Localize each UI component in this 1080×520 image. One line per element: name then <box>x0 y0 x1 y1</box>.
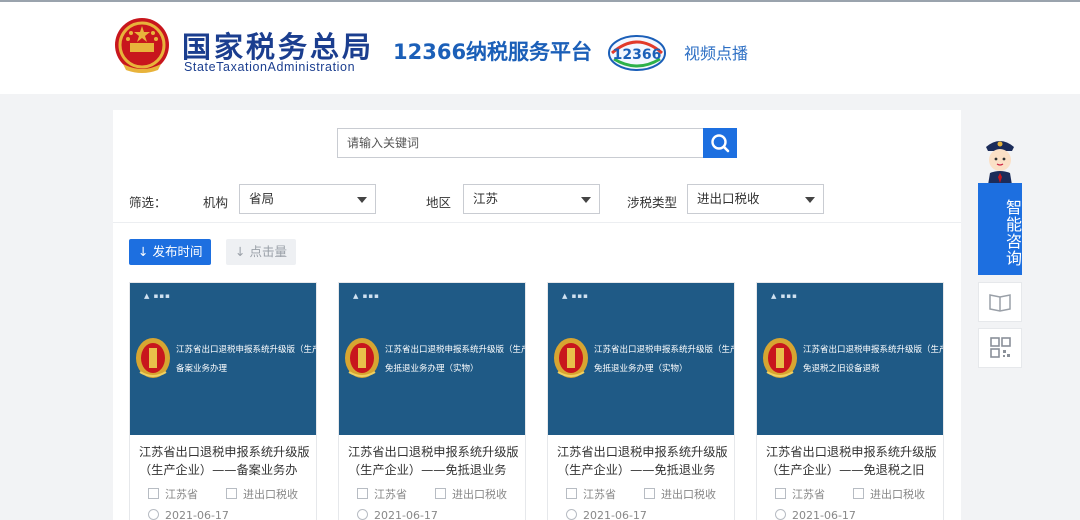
thumbnail-subtitle: 免抵退业务办理（实物） <box>385 364 479 374</box>
thumbnail-brand-mark: ▲ ▪▪▪ <box>144 292 171 300</box>
guide-button[interactable] <box>978 282 1022 322</box>
chevron-down-icon <box>805 197 815 203</box>
thumbnail-brand-mark: ▲ ▪▪▪ <box>562 292 589 300</box>
card-tax-type: 进出口税收 <box>435 486 507 502</box>
tax-badge-icon <box>554 338 588 378</box>
card-date: 2021-06-17 <box>566 509 647 520</box>
building-icon <box>357 488 368 499</box>
org-select-value: 省局 <box>249 191 275 206</box>
tax-badge-icon <box>345 338 379 378</box>
platform-title: 12366纳税服务平台 <box>393 40 593 64</box>
clock-icon <box>566 509 577 520</box>
filter-row: 筛选： 机构 省局 地区 江苏 涉税类型 进出口税收 <box>113 183 961 223</box>
card-date: 2021-06-17 <box>357 509 438 520</box>
qrcode-icon <box>990 337 1011 358</box>
region-label: 地区 <box>426 195 452 210</box>
tax-type-select[interactable]: 进出口税收 <box>687 184 824 214</box>
card-province: 江苏省 <box>775 486 825 502</box>
thumbnail-brand-mark: ▲ ▪▪▪ <box>771 292 798 300</box>
tax-badge-icon <box>763 338 797 378</box>
sort-publish-time-button[interactable]: ↓ 发布时间 <box>129 239 212 265</box>
building-icon <box>566 488 577 499</box>
tax-type-label: 涉税类型 <box>627 195 678 210</box>
card-title[interactable]: 江苏省出口退税申报系统升级版（生产企业）——备案业务办 <box>139 443 311 479</box>
thumbnail-title: 江苏省出口退税申报系统升级版（生产企业） <box>594 345 734 355</box>
top-header: 国家税务总局 StateTaxationAdministration 12366… <box>0 0 1080 94</box>
filter-label: 筛选： <box>129 195 167 210</box>
video-on-demand-link[interactable]: 视频点播 <box>684 40 748 64</box>
thumbnail-subtitle: 免抵退业务办理（实物） <box>594 364 688 374</box>
logo-number: 12366 <box>613 47 662 63</box>
national-emblem-icon <box>115 18 169 73</box>
card-title[interactable]: 江苏省出口退税申报系统升级版（生产企业）——免抵退业务 <box>557 443 729 479</box>
search-icon <box>711 134 730 153</box>
search-bar <box>337 128 737 158</box>
document-icon <box>226 488 237 499</box>
tax-type-select-value: 进出口税收 <box>697 191 760 206</box>
qrcode-button[interactable] <box>978 328 1022 368</box>
search-button[interactable] <box>703 128 737 158</box>
card-province: 江苏省 <box>566 486 616 502</box>
brand-subtitle: StateTaxationAdministration <box>184 60 356 74</box>
video-card[interactable]: ▲ ▪▪▪ 江苏省出口退税申报系统升级版（生产企业） 免抵退业务办理（实物） 江… <box>547 282 735 520</box>
building-icon <box>775 488 786 499</box>
card-title[interactable]: 江苏省出口退税申报系统升级版（生产企业）——免退税之旧 <box>766 443 938 479</box>
thumbnail-brand-mark: ▲ ▪▪▪ <box>353 292 380 300</box>
sort-views-button[interactable]: ↓ 点击量 <box>226 239 296 265</box>
document-icon <box>853 488 864 499</box>
region-select[interactable]: 江苏 <box>463 184 600 214</box>
book-icon <box>989 294 1011 312</box>
region-select-value: 江苏 <box>473 191 499 206</box>
mascot-avatar-icon[interactable] <box>978 133 1022 185</box>
thumbnail-subtitle: 免退税之旧设备退税 <box>803 364 880 374</box>
org-label: 机构 <box>203 195 229 210</box>
video-card[interactable]: ▲ ▪▪▪ 江苏省出口退税申报系统升级版（生产企业） 备案业务办理 江苏省出口退… <box>129 282 317 520</box>
card-tax-type: 进出口税收 <box>226 486 298 502</box>
document-icon <box>435 488 446 499</box>
thumbnail-title: 江苏省出口退税申报系统升级版（生产企业） <box>803 345 943 355</box>
tax-badge-icon <box>136 338 170 378</box>
card-province: 江苏省 <box>148 486 198 502</box>
document-icon <box>644 488 655 499</box>
video-card[interactable]: ▲ ▪▪▪ 江苏省出口退税申报系统升级版（生产企业） 免抵退业务办理（实物） 江… <box>338 282 526 520</box>
smart-consult-button[interactable]: 智能咨询 <box>978 183 1022 275</box>
12366-logo-icon: 12366 <box>608 35 666 71</box>
video-thumbnail: ▲ ▪▪▪ 江苏省出口退税申报系统升级版（生产企业） 免抵退业务办理（实物） <box>339 283 525 435</box>
card-date: 2021-06-17 <box>148 509 229 520</box>
card-tax-type: 进出口税收 <box>853 486 925 502</box>
thumbnail-title: 江苏省出口退税申报系统升级版（生产企业） <box>385 345 525 355</box>
thumbnail-title: 江苏省出口退税申报系统升级版（生产企业） <box>176 345 316 355</box>
clock-icon <box>775 509 786 520</box>
chevron-down-icon <box>581 197 591 203</box>
card-title[interactable]: 江苏省出口退税申报系统升级版（生产企业）——免抵退业务 <box>348 443 520 479</box>
clock-icon <box>357 509 368 520</box>
card-date: 2021-06-17 <box>775 509 856 520</box>
building-icon <box>148 488 159 499</box>
search-input[interactable] <box>337 128 703 158</box>
org-select[interactable]: 省局 <box>239 184 376 214</box>
video-thumbnail: ▲ ▪▪▪ 江苏省出口退税申报系统升级版（生产企业） 备案业务办理 <box>130 283 316 435</box>
clock-icon <box>148 509 159 520</box>
chevron-down-icon <box>357 197 367 203</box>
card-province: 江苏省 <box>357 486 407 502</box>
video-card[interactable]: ▲ ▪▪▪ 江苏省出口退税申报系统升级版（生产企业） 免退税之旧设备退税 江苏省… <box>756 282 944 520</box>
video-thumbnail: ▲ ▪▪▪ 江苏省出口退税申报系统升级版（生产企业） 免抵退业务办理（实物） <box>548 283 734 435</box>
content-panel: 筛选： 机构 省局 地区 江苏 涉税类型 进出口税收 ↓ 发布时间 ↓ 点击量 … <box>113 110 961 520</box>
thumbnail-subtitle: 备案业务办理 <box>176 364 228 374</box>
video-thumbnail: ▲ ▪▪▪ 江苏省出口退税申报系统升级版（生产企业） 免退税之旧设备退税 <box>757 283 943 435</box>
card-tax-type: 进出口税收 <box>644 486 716 502</box>
